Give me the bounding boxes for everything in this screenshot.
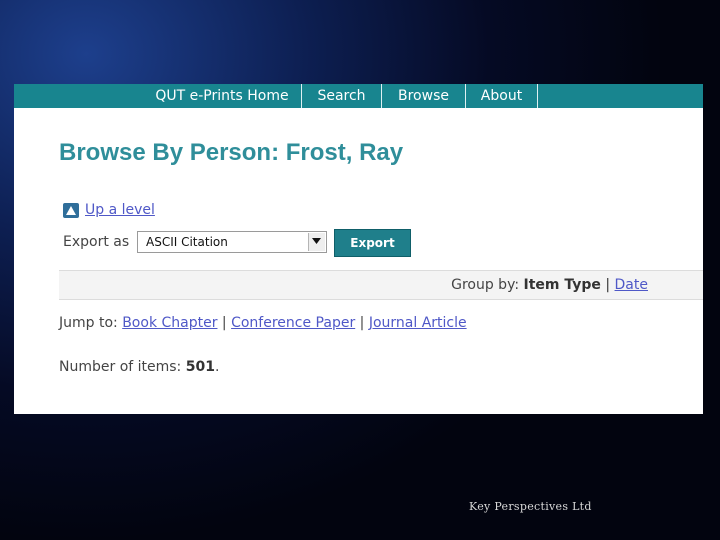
jump-link-journal-article[interactable]: Journal Article: [369, 315, 467, 331]
nav-search[interactable]: Search: [301, 84, 381, 108]
jump-to-row: Jump to: Book Chapter | Conference Paper…: [59, 315, 467, 331]
export-label: Export as: [63, 234, 130, 250]
group-by-separator: |: [605, 277, 611, 293]
item-count-label: Number of items:: [59, 359, 182, 375]
group-by-label: Group by:: [451, 277, 520, 293]
export-format-value: ASCII Citation: [146, 235, 228, 249]
jump-separator: |: [221, 315, 227, 331]
nav-about[interactable]: About: [465, 84, 537, 108]
jump-separator: |: [359, 315, 365, 331]
item-count-row: Number of items: 501.: [59, 359, 219, 375]
nav-divider: [537, 84, 538, 108]
browser-screenshot: QUT e-Prints Home Search Browse About Br…: [14, 84, 703, 414]
nav-home[interactable]: QUT e-Prints Home: [143, 84, 301, 108]
jump-link-conference-paper[interactable]: Conference Paper: [231, 315, 355, 331]
jump-to-label: Jump to:: [59, 315, 118, 331]
page-title: Browse By Person: Frost, Ray: [59, 139, 404, 166]
up-level-link[interactable]: Up a level: [85, 202, 155, 218]
group-by-row: Group by: Item Type | Date: [451, 277, 648, 293]
item-count-suffix: .: [214, 359, 220, 375]
up-arrow-icon[interactable]: [63, 203, 79, 218]
nav-browse[interactable]: Browse: [381, 84, 465, 108]
export-button[interactable]: Export: [334, 229, 411, 257]
dropdown-arrow-icon[interactable]: [308, 233, 325, 251]
group-by-bar: Group by: Item Type | Date: [59, 270, 703, 300]
item-count-value: 501: [185, 359, 215, 375]
export-format-select[interactable]: ASCII Citation: [137, 231, 327, 253]
top-navigation-bar: QUT e-Prints Home Search Browse About: [14, 84, 703, 108]
jump-link-book-chapter[interactable]: Book Chapter: [122, 315, 217, 331]
slide-footer: Key Perspectives Ltd: [469, 500, 592, 513]
group-by-date-link[interactable]: Date: [615, 277, 648, 293]
group-by-item-type: Item Type: [523, 277, 601, 293]
